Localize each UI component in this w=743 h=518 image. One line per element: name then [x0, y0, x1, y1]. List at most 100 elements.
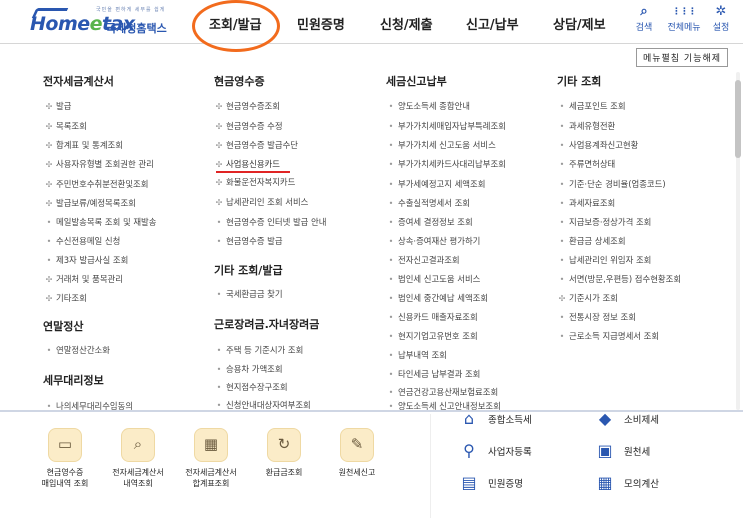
right-menu-income-tax[interactable]: ⌂ 종합소득세: [458, 410, 532, 428]
menu-item[interactable]: • 현지점수장구조회: [212, 381, 288, 394]
menu-item[interactable]: • 사업용계좌신고현황: [555, 139, 639, 152]
menu-item[interactable]: ✣ 거래처 및 품목관리: [42, 273, 123, 286]
quick-refund-button[interactable]: ↻ 환급금조회: [249, 428, 319, 478]
bullet-icon: •: [388, 141, 394, 150]
menu-item[interactable]: • 국세환급금 찾기: [212, 288, 283, 301]
menu-item[interactable]: • 양도소득세 종합안내: [384, 100, 470, 113]
menu-item[interactable]: • 메일발송목록 조회 및 재발송: [42, 216, 157, 229]
menu-item[interactable]: • 전통시장 정보 조회: [555, 311, 636, 324]
menu-item[interactable]: • 수신전용메일 신청: [42, 235, 121, 248]
bullet-icon: •: [559, 218, 565, 227]
menu-item[interactable]: • 서면(방문,우편등) 접수현황조회: [555, 273, 681, 286]
menu-item[interactable]: • 납부내역 조회: [384, 349, 447, 362]
plus-icon: ✣: [215, 178, 223, 187]
menu-item[interactable]: • 세금포인트 조회: [555, 100, 626, 113]
plus-icon: ✣: [45, 180, 53, 189]
menu-item[interactable]: ✣ 현금영수증 발급수단: [212, 139, 298, 152]
menu-item[interactable]: • 주류면허상태: [555, 158, 616, 171]
menu-scrollbar[interactable]: [734, 72, 742, 410]
menu-item[interactable]: • 전자신고결과조회: [384, 254, 460, 267]
quick-label: 환급금조회: [265, 468, 303, 477]
menu-item[interactable]: ✣ 주민번호수취분전환및조회: [42, 178, 149, 191]
section-title: 현금영수증: [214, 75, 265, 88]
menu-item[interactable]: • 연말정산간소화: [42, 344, 110, 357]
menu-expand-toggle-button[interactable]: 메뉴펼침 기능해제: [636, 48, 728, 67]
menu-item[interactable]: ✣ 사용자유형별 조회권한 관리: [42, 158, 154, 171]
scrollbar-thumb[interactable]: [735, 80, 741, 158]
right-menu-business-registration[interactable]: ⚲ 사업자등록: [458, 442, 532, 460]
hometax-logo[interactable]: 국민을 편하게 세무를 쉽게 Homeetax 국세청홈택스: [30, 6, 170, 36]
menu-item[interactable]: • 부가가치세매입자납부특례조회: [384, 120, 506, 133]
bullet-icon: •: [559, 313, 565, 322]
menu-item[interactable]: • 부가가치세카드사대리납부조회: [384, 158, 506, 171]
withholding-report-icon: ✎: [340, 428, 374, 462]
menu-item[interactable]: • 법인세 신고도움 서비스: [384, 273, 481, 286]
menu-item[interactable]: • 상속·증여재산 평가하기: [384, 235, 481, 248]
bullet-icon: •: [559, 160, 565, 169]
menu-item[interactable]: • 부가가치세 신고도움 서비스: [384, 139, 496, 152]
menu-item[interactable]: ✣ 납세관리인 조회 서비스: [212, 196, 309, 209]
menu-item[interactable]: ✣ 발급: [42, 100, 72, 113]
right-menu-certificates[interactable]: ▤ 민원증명: [458, 474, 523, 492]
quick-label: 원천세신고: [338, 468, 376, 477]
menu-item[interactable]: ✣ 기타조회: [42, 292, 87, 305]
bullet-icon: •: [388, 294, 394, 303]
quick-einvoice-summary-button[interactable]: ▦ 전자세금계산서 합계표조회: [176, 428, 246, 489]
nav-certificates[interactable]: 민원증명: [297, 14, 345, 33]
menu-item[interactable]: • 주택 등 기준시가 조회: [212, 344, 304, 357]
nav-apply-submit[interactable]: 신청/제출: [380, 14, 433, 33]
quick-cash-receipt-button[interactable]: ▭ 현금영수증 매입내역 조회: [30, 428, 100, 489]
menu-item[interactable]: • 법인세 중간예납 세액조회: [384, 292, 488, 305]
quick-menu-panel: ▭ 현금영수증 매입내역 조회 ⌕ 전자세금계산서 내역조회 ▦ 전자세금계산서 합계…: [0, 410, 743, 518]
bullet-icon: •: [388, 218, 394, 227]
menu-item[interactable]: • 과세유형전환: [555, 120, 616, 133]
menu-item[interactable]: • 근로소득 지급명세서 조회: [555, 330, 659, 343]
all-menu-button[interactable]: ⋮⋮⋮ 전체메뉴: [666, 5, 702, 33]
quick-withholding-report-button[interactable]: ✎ 원천세신고: [322, 428, 392, 478]
quick-label: 현금영수증 매입내역 조회: [41, 468, 89, 488]
logo-home: Home: [30, 13, 90, 35]
section-title: 세금신고납부: [386, 75, 447, 88]
menu-item[interactable]: ✣ 현금영수증 수정: [212, 120, 283, 133]
plus-icon: ✣: [45, 141, 53, 150]
right-menu-consumption-tax[interactable]: ◆ 소비제세: [594, 410, 659, 428]
menu-item[interactable]: • 증여세 결정정보 조회: [384, 216, 473, 229]
menu-item-business-credit-card[interactable]: ✣ 사업용신용카드: [212, 158, 280, 171]
menu-item[interactable]: ✣ 발급보류/예정목록조회: [42, 197, 136, 210]
menu-item[interactable]: • 현금영수증 발급: [212, 235, 283, 248]
menu-item[interactable]: • 승용차 가액조회: [212, 363, 283, 376]
menu-item[interactable]: • 제3자 발급사실 조회: [42, 254, 129, 267]
section-title: 기타 조회/발급: [214, 264, 283, 277]
nav-report-pay[interactable]: 신고/납부: [466, 14, 519, 33]
consumption-tax-icon: ◆: [598, 409, 612, 428]
menu-item[interactable]: • 환급금 상세조회: [555, 235, 626, 248]
menu-item[interactable]: • 타인세금 납부결과 조회: [384, 368, 481, 381]
settings-label: 설정: [712, 23, 730, 33]
menu-item[interactable]: • 현지기업고유번호 조회: [384, 330, 478, 343]
menu-item[interactable]: • 수출실적명세서 조회: [384, 197, 470, 210]
settings-button[interactable]: ✲ 설정: [703, 5, 739, 34]
menu-item[interactable]: • 지급보증·정상가격 조회: [555, 216, 652, 229]
menu-item[interactable]: • 납세관리인 위임자 조회: [555, 254, 652, 267]
menu-item[interactable]: • 기준·단순 경비율(업종코드): [555, 178, 666, 191]
menu-item[interactable]: • 연금건강고용산재보험료조회: [384, 386, 499, 399]
menu-item[interactable]: ✣ 기준시가 조회: [555, 292, 618, 305]
menu-item[interactable]: ✣ 목록조회: [42, 120, 87, 133]
nav-consult-report[interactable]: 상담/제보: [553, 14, 606, 33]
right-menu-withholding-tax[interactable]: ▣ 원천세: [594, 442, 650, 460]
bullet-icon: •: [559, 199, 565, 208]
menu-item[interactable]: • 과세자료조회: [555, 197, 616, 210]
bullet-icon: •: [216, 237, 222, 246]
menu-item[interactable]: • 부가세예정고지 세액조회: [384, 178, 486, 191]
menu-item[interactable]: ✣ 현금영수증조회: [212, 100, 280, 113]
section-title: 전자세금계산서: [43, 75, 114, 88]
menu-item[interactable]: • 현금영수증 인터넷 발급 안내: [212, 216, 327, 229]
search-button[interactable]: ⌕ 검색: [626, 5, 662, 34]
right-menu-simulator[interactable]: ▦ 모의계산: [594, 474, 659, 492]
logo-tagline: 국민을 편하게 세무를 쉽게: [96, 7, 166, 13]
menu-item[interactable]: • 신용카드 매출자료조회: [384, 311, 478, 324]
menu-item[interactable]: ✣ 화물운전자복지카드: [212, 176, 296, 189]
menu-item[interactable]: ✣ 합계표 및 통계조회: [42, 139, 123, 152]
receipt-icon: ▭: [48, 428, 82, 462]
quick-einvoice-search-button[interactable]: ⌕ 전자세금계산서 내역조회: [103, 428, 173, 489]
